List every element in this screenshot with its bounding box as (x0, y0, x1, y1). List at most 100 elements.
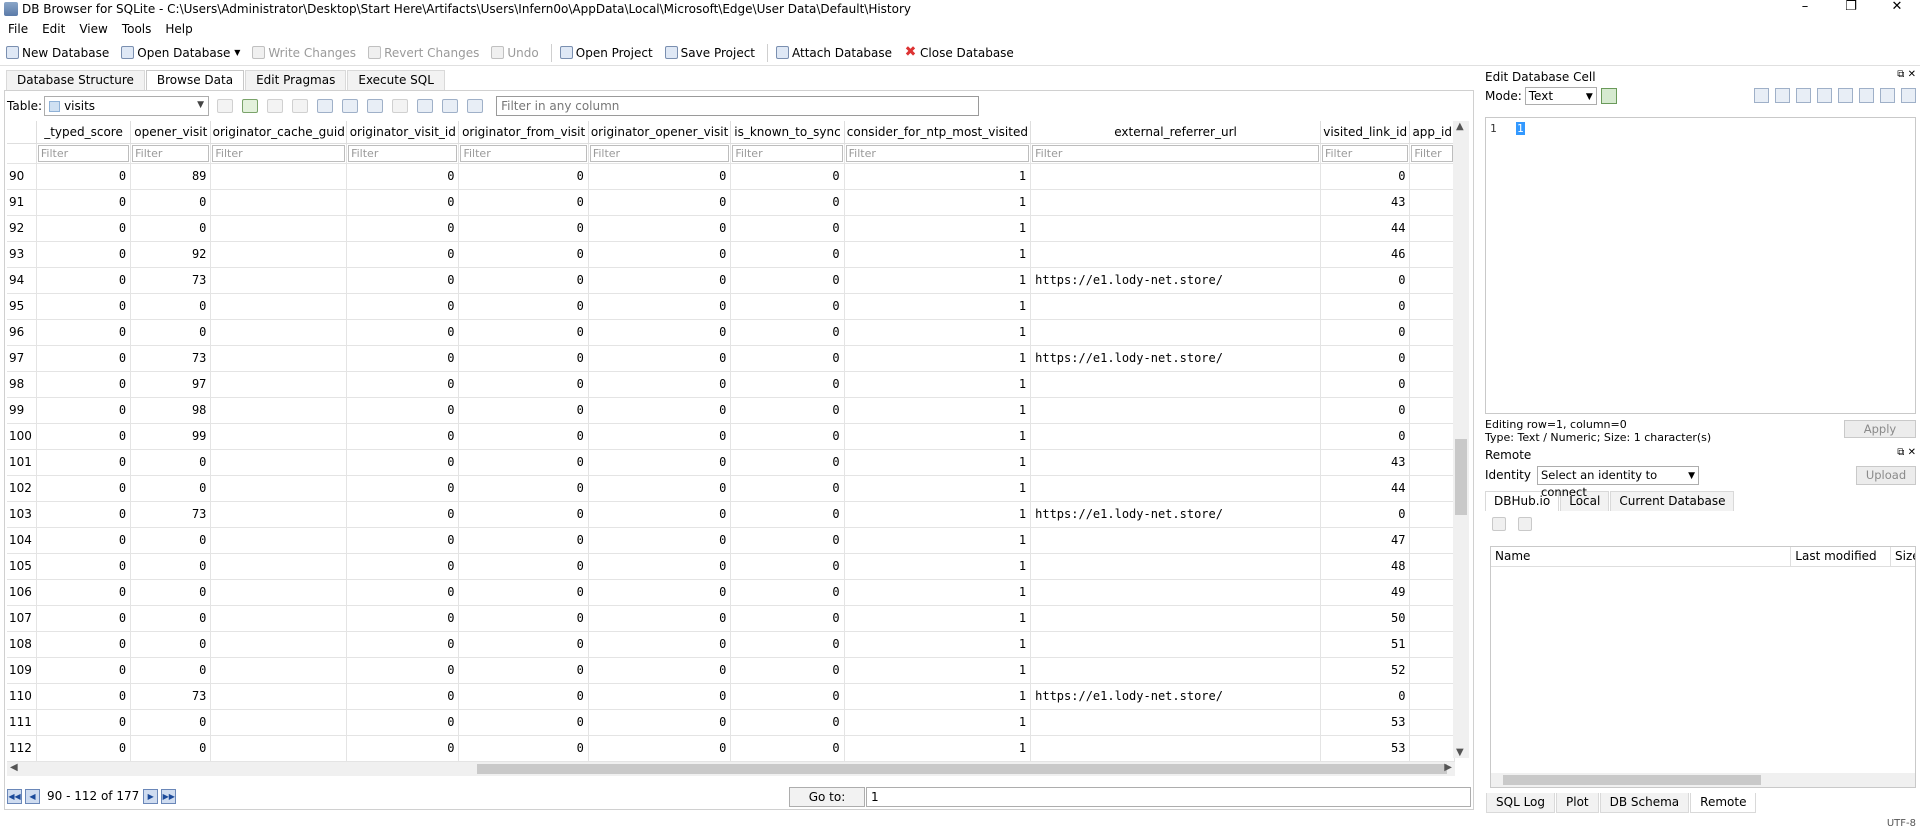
table-cell[interactable] (1409, 215, 1455, 242)
table-cell[interactable] (210, 683, 348, 710)
table-cell[interactable]: 0 (730, 631, 845, 658)
table-cell[interactable]: 0 (458, 501, 589, 528)
table-cell[interactable]: 0 (730, 293, 845, 320)
goto-button[interactable]: Go to: (789, 787, 865, 807)
table-cell[interactable]: 0 (346, 189, 460, 216)
table-cell[interactable]: 0 (730, 657, 845, 684)
table-cell[interactable]: 0 (1320, 423, 1411, 450)
tab-plot[interactable]: Plot (1556, 793, 1599, 813)
tab-browse-data[interactable]: Browse Data (145, 70, 245, 90)
table-cell[interactable]: 1 (844, 735, 1032, 762)
table-cell[interactable]: 1 (844, 527, 1032, 554)
delete-record-icon[interactable] (392, 99, 409, 113)
table-cell[interactable] (1030, 189, 1321, 216)
table-cell[interactable]: 0 (130, 449, 212, 476)
table-cell[interactable]: 0 (346, 735, 460, 762)
table-row[interactable]: 110 0 73 0 0 0 0 1 https://e1.lody-net.store/0 (7, 683, 1455, 710)
table-cell[interactable]: 0 (458, 579, 589, 606)
table-row[interactable]: 94 0 73 0 0 0 0 1 https://e1.lody-net.store/0 (7, 267, 1455, 294)
menu-edit[interactable]: Edit (42, 22, 65, 36)
table-cell[interactable]: 1 (844, 579, 1032, 606)
table-cell[interactable]: 0 (730, 553, 845, 580)
table-cell[interactable] (210, 397, 348, 424)
table-cell[interactable]: 0 (346, 163, 460, 190)
table-cell[interactable]: 49 (1320, 579, 1411, 606)
table-cell[interactable]: 0 (36, 553, 132, 580)
table-cell[interactable]: 0 (458, 449, 589, 476)
table-cell[interactable]: 0 (36, 163, 132, 190)
table-cell[interactable]: 0 (36, 527, 132, 554)
table-row[interactable]: 98 0 97 0 0 0 0 1 0 (7, 371, 1455, 398)
tab-sql-log[interactable]: SQL Log (1486, 793, 1555, 813)
save-project-button[interactable]: Save Project (664, 46, 755, 60)
table-cell[interactable]: 0 (730, 397, 845, 424)
table-cell[interactable] (1409, 241, 1455, 268)
table-cell[interactable]: 0 (730, 605, 845, 632)
table-cell[interactable] (1030, 709, 1321, 736)
table-cell[interactable]: 0 (130, 215, 212, 242)
table-cell[interactable]: 0 (346, 241, 460, 268)
table-cell[interactable] (210, 449, 348, 476)
horizontal-scrollbar[interactable]: ◀ ▶ (7, 762, 1455, 776)
table-cell[interactable]: 0 (588, 267, 732, 294)
table-cell[interactable]: 0 (588, 579, 732, 606)
table-cell[interactable]: 1 (844, 449, 1032, 476)
table-cell[interactable]: 0 (346, 527, 460, 554)
set-null-icon[interactable] (1838, 88, 1853, 103)
table-cell[interactable]: 0 (36, 631, 132, 658)
table-cell[interactable]: 0 (346, 449, 460, 476)
table-cell[interactable] (1030, 241, 1321, 268)
table-cell[interactable]: 0 (346, 605, 460, 632)
table-cell[interactable]: 0 (346, 501, 460, 528)
table-cell[interactable]: 43 (1320, 449, 1411, 476)
auto-format-icon[interactable] (1775, 88, 1790, 103)
table-cell[interactable]: https://e1.lody-net.store/ (1030, 501, 1321, 528)
last-modified-column-header[interactable]: Last modified (1791, 547, 1892, 566)
column-header[interactable]: originator_from_visit (458, 121, 589, 144)
table-cell[interactable] (1030, 163, 1321, 190)
close-database-button[interactable]: ✖ Close Database (904, 45, 1014, 60)
row-number[interactable]: 90 (7, 163, 37, 190)
table-cell[interactable]: 0 (588, 163, 732, 190)
table-cell[interactable] (1030, 527, 1321, 554)
table-cell[interactable]: 99 (130, 423, 212, 450)
table-cell[interactable] (1409, 475, 1455, 502)
table-cell[interactable] (210, 475, 348, 502)
table-cell[interactable]: 1 (844, 241, 1032, 268)
table-cell[interactable]: 50 (1320, 605, 1411, 632)
column-filter-input[interactable]: Filter (1321, 144, 1409, 162)
row-number[interactable]: 91 (7, 189, 37, 216)
table-cell[interactable]: 0 (130, 189, 212, 216)
column-filter-input[interactable]: Filter (1032, 144, 1319, 162)
open-database-button[interactable]: Open Database ▼ (121, 46, 240, 60)
table-cell[interactable] (210, 215, 348, 242)
print-icon[interactable] (342, 99, 359, 113)
table-cell[interactable]: 73 (130, 683, 212, 710)
menu-help[interactable]: Help (165, 22, 192, 36)
table-cell[interactable]: 0 (36, 605, 132, 632)
menu-view[interactable]: View (79, 22, 107, 36)
export-icon[interactable] (1817, 88, 1832, 103)
row-number[interactable]: 98 (7, 371, 37, 398)
new-database-button[interactable]: New Database (6, 46, 109, 60)
table-cell[interactable]: 0 (36, 345, 132, 372)
table-cell[interactable] (1409, 527, 1455, 554)
table-cell[interactable]: 0 (588, 683, 732, 710)
table-cell[interactable] (210, 657, 348, 684)
table-cell[interactable] (210, 267, 348, 294)
table-cell[interactable]: 0 (588, 527, 732, 554)
table-cell[interactable]: 0 (730, 475, 845, 502)
table-cell[interactable] (1030, 735, 1321, 762)
table-cell[interactable]: 0 (730, 501, 845, 528)
table-cell[interactable]: 0 (458, 293, 589, 320)
table-cell[interactable]: 0 (458, 267, 589, 294)
table-cell[interactable]: 0 (346, 319, 460, 346)
table-cell[interactable]: 0 (730, 267, 845, 294)
table-row[interactable]: 91 0 0 0 0 0 0 1 43 (7, 189, 1455, 216)
table-row[interactable]: 106 0 0 0 0 0 0 1 49 (7, 579, 1455, 606)
table-cell[interactable]: 53 (1320, 735, 1411, 762)
table-cell[interactable]: 1 (844, 657, 1032, 684)
table-cell[interactable] (210, 735, 348, 762)
column-header[interactable]: visited_link_id (1320, 121, 1411, 144)
table-cell[interactable] (1409, 345, 1455, 372)
